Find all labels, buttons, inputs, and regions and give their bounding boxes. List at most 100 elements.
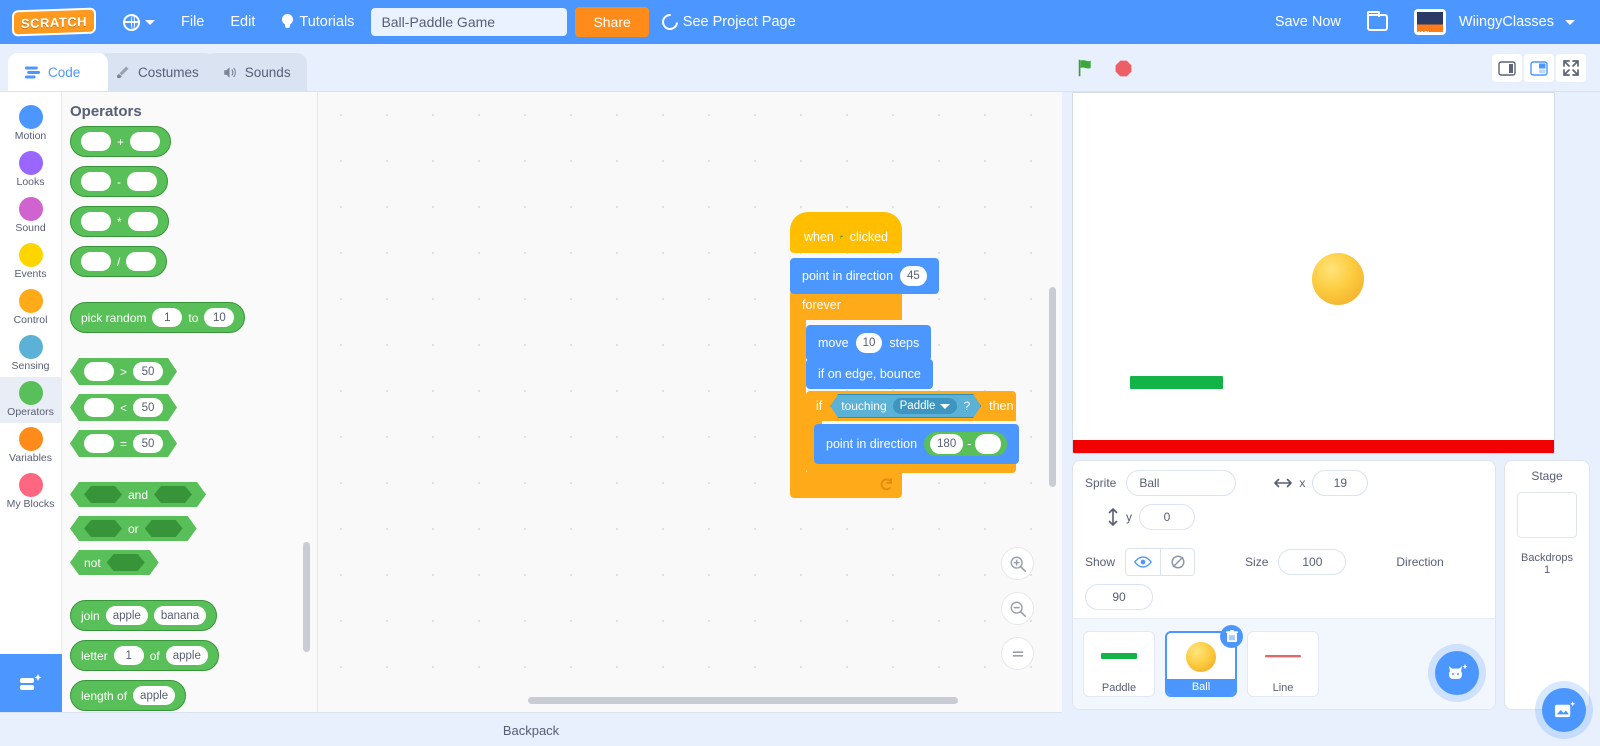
code-workspace[interactable]: forever when clicked point in direction …	[318, 92, 1062, 712]
index-slot[interactable]: 1	[113, 646, 144, 665]
operand-slot[interactable]	[81, 172, 111, 191]
boolean-slot[interactable]	[145, 520, 183, 537]
zoom-reset-button[interactable]	[1001, 637, 1034, 670]
operand-slot[interactable]	[126, 252, 157, 271]
stage[interactable]	[1072, 92, 1555, 454]
text-slot[interactable]: apple	[165, 646, 208, 665]
touching-block[interactable]: touching Paddle ?	[830, 394, 981, 418]
direction-value-input[interactable]: 45	[900, 266, 927, 286]
delete-sprite-button[interactable]	[1220, 625, 1243, 648]
sprite-item-line[interactable]: Line	[1247, 631, 1319, 697]
to-slot[interactable]: 10	[204, 308, 235, 327]
menu-edit[interactable]: Edit	[217, 0, 268, 44]
point-in-direction-block-2[interactable]: point in direction 180 -	[814, 424, 1020, 464]
operand-slot[interactable]	[130, 132, 161, 151]
share-button[interactable]: Share	[575, 7, 649, 37]
project-title-input[interactable]	[371, 8, 568, 36]
palette-block-add[interactable]: +	[70, 126, 172, 157]
sprite-name-input[interactable]: Ball	[1126, 470, 1237, 496]
palette-block-not[interactable]: not	[70, 550, 159, 575]
move-steps-block[interactable]: move 10 steps	[806, 325, 932, 361]
add-extension-button[interactable]	[0, 654, 62, 712]
steps-value-input[interactable]: 10	[855, 333, 883, 353]
workspace-horizontal-scrollbar[interactable]	[528, 697, 958, 704]
palette-block-multiply[interactable]: *	[70, 206, 169, 237]
backpack-bar[interactable]: Backpack	[0, 712, 1062, 746]
zoom-out-button[interactable]	[1001, 592, 1034, 625]
operand-slot[interactable]	[127, 212, 158, 231]
palette-block-greater-than[interactable]: > 50	[70, 358, 177, 385]
operand-slot[interactable]	[81, 212, 111, 231]
palette-block-letter-of[interactable]: letter 1 of apple	[70, 640, 219, 671]
account-menu[interactable]: Wiingy WiingyClasses	[1401, 0, 1588, 44]
operand-slot[interactable]	[84, 434, 114, 453]
show-visible-button[interactable]	[1126, 549, 1161, 575]
category-sound[interactable]: Sound	[0, 193, 62, 239]
category-sensing[interactable]: Sensing	[0, 331, 62, 377]
palette-block-join[interactable]: join apple banana	[70, 600, 218, 631]
palette-block-subtract[interactable]: -	[70, 166, 168, 197]
palette-block-length-of[interactable]: length of apple	[70, 680, 187, 711]
forever-block[interactable]: forever	[790, 290, 902, 320]
fullscreen-button[interactable]	[1556, 54, 1586, 82]
boolean-slot[interactable]	[84, 520, 122, 537]
language-selector[interactable]	[110, 0, 168, 44]
y-input[interactable]: 0	[1139, 504, 1195, 530]
tab-costumes[interactable]: Costumes	[98, 53, 215, 91]
sprite-item-paddle[interactable]: Paddle	[1083, 631, 1155, 697]
my-stuff-button[interactable]	[1354, 0, 1401, 44]
from-slot[interactable]: 1	[152, 308, 183, 327]
palette-scrollbar[interactable]	[303, 542, 310, 652]
choose-backdrop-button[interactable]	[1542, 688, 1586, 732]
palette-block-or[interactable]: or	[70, 516, 197, 541]
if-then-block[interactable]: if touching Paddle ? then	[806, 391, 1016, 421]
operand-slot[interactable]: 50	[133, 434, 163, 453]
operand-slot[interactable]	[81, 132, 111, 151]
show-hidden-button[interactable]	[1160, 549, 1195, 575]
menu-tutorials[interactable]: Tutorials	[268, 0, 367, 44]
boolean-slot[interactable]	[107, 554, 145, 571]
choose-sprite-button[interactable]	[1435, 651, 1479, 695]
size-input[interactable]: 100	[1278, 549, 1347, 575]
tab-sounds[interactable]: Sounds	[204, 53, 307, 91]
point-in-direction-block-1[interactable]: point in direction 45	[790, 258, 939, 294]
sprite-item-ball[interactable]: Ball	[1165, 625, 1243, 697]
tab-code[interactable]: Code	[8, 53, 108, 91]
operand-slot[interactable]: 50	[133, 398, 163, 417]
palette-block-and[interactable]: and	[70, 482, 206, 507]
subtract-operator-block[interactable]: 180 -	[924, 432, 1008, 456]
palette-block-divide[interactable]: /	[70, 246, 168, 277]
operand-slot[interactable]	[84, 362, 114, 381]
when-flag-clicked-block[interactable]: when clicked	[790, 212, 902, 253]
if-on-edge-bounce-block[interactable]: if on edge, bounce	[806, 359, 933, 389]
subtrahend-input[interactable]	[975, 434, 1002, 454]
text-slot[interactable]: apple	[105, 606, 148, 625]
large-stage-layout-button[interactable]	[1524, 54, 1554, 82]
small-stage-layout-button[interactable]	[1492, 54, 1522, 82]
stop-sign-icon[interactable]	[1114, 59, 1133, 78]
operand-slot[interactable]: 50	[133, 362, 163, 381]
boolean-slot[interactable]	[84, 486, 122, 503]
category-events[interactable]: Events	[0, 239, 62, 285]
category-motion[interactable]: Motion	[0, 101, 62, 147]
see-project-page-button[interactable]: See Project Page	[649, 0, 809, 44]
scratch-logo[interactable]: SCRATCH	[12, 7, 96, 37]
direction-input[interactable]: 90	[1085, 584, 1153, 610]
palette-block-less-than[interactable]: < 50	[70, 394, 177, 421]
stage-paddle-sprite[interactable]	[1130, 376, 1223, 389]
zoom-in-button[interactable]	[1001, 547, 1034, 580]
save-now-button[interactable]: Save Now	[1262, 0, 1354, 44]
operand-slot[interactable]	[127, 172, 157, 191]
minuend-input[interactable]: 180	[930, 434, 964, 454]
palette-block-equals[interactable]: = 50	[70, 430, 177, 457]
stage-ball-sprite[interactable]	[1312, 253, 1364, 305]
category-my-blocks[interactable]: My Blocks	[0, 469, 62, 515]
palette-block-pick-random[interactable]: pick random 1 to 10	[70, 302, 246, 333]
menu-file[interactable]: File	[168, 0, 217, 44]
text-slot[interactable]: apple	[133, 686, 176, 705]
touching-target-dropdown[interactable]: Paddle	[893, 398, 958, 414]
workspace-vertical-scrollbar[interactable]	[1049, 287, 1056, 487]
text-slot[interactable]: banana	[153, 606, 207, 625]
boolean-slot[interactable]	[154, 486, 192, 503]
block-palette[interactable]: Operators + - * / pick random 1 to 10 > …	[62, 92, 318, 712]
